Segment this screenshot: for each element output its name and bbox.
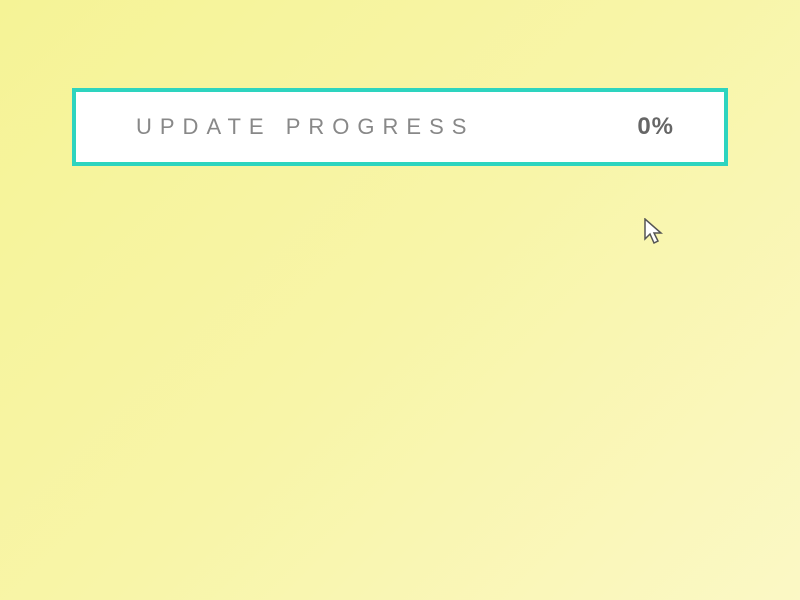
update-progress-bar: UPDATE PROGRESS 0% [72,88,728,166]
progress-label: UPDATE PROGRESS [136,114,474,140]
cursor-icon [644,218,666,246]
progress-value: 0% [637,113,674,141]
